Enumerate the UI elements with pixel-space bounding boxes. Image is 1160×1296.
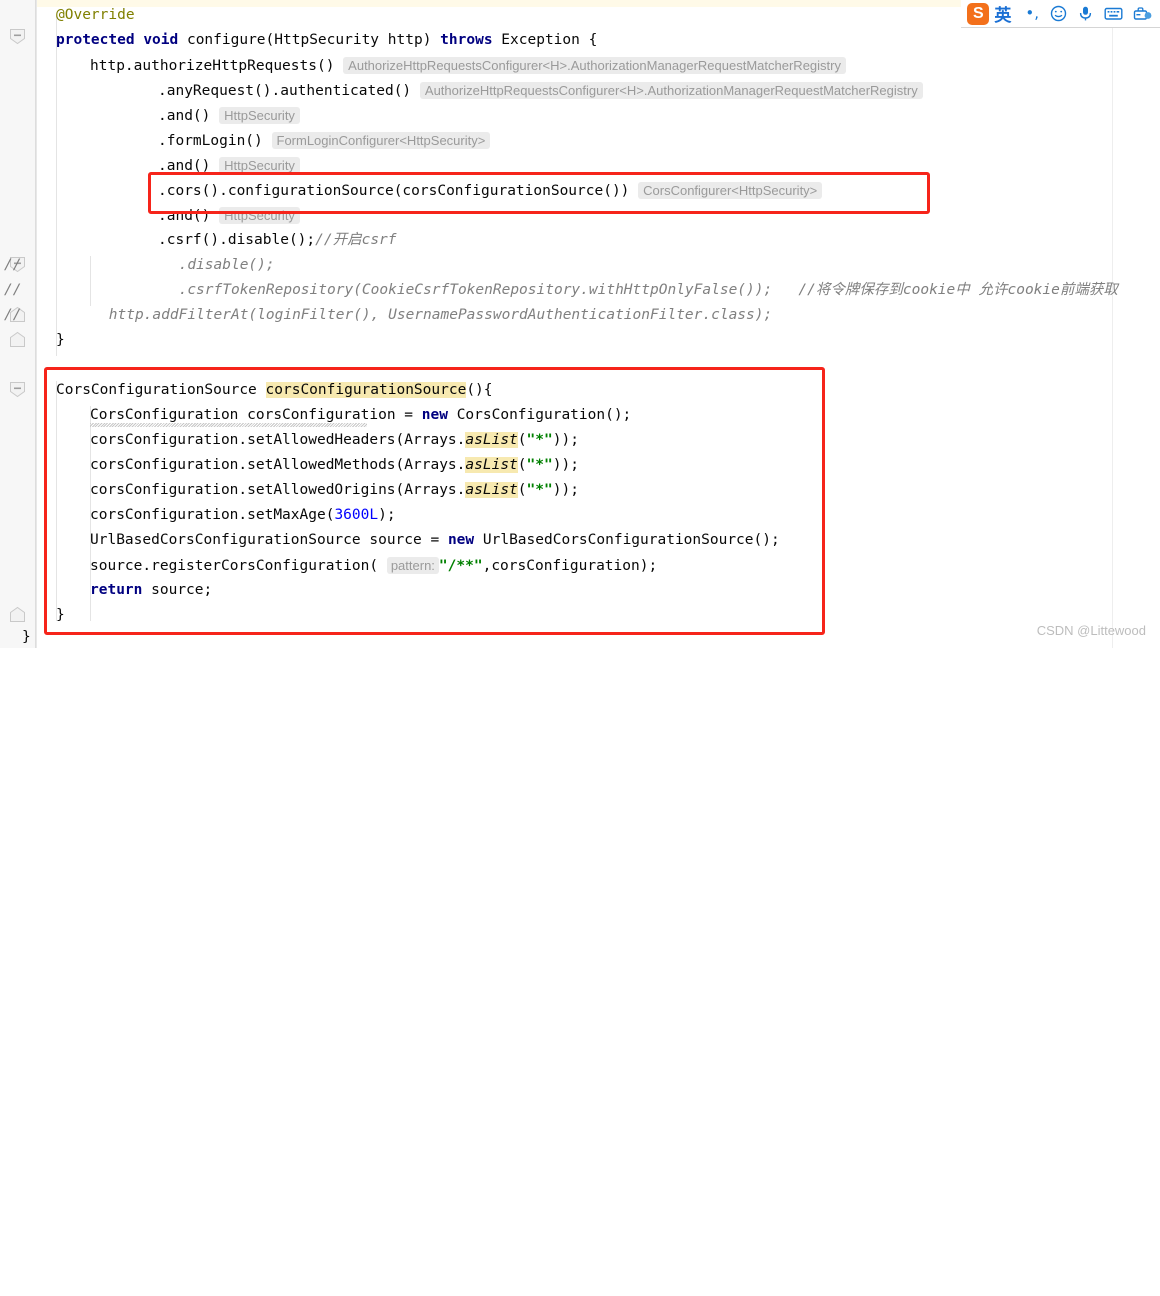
static-aslist-2: asList: [465, 457, 518, 473]
code-line-close-class[interactable]: }: [22, 625, 31, 650]
keyword-new-2: new: [447, 532, 475, 548]
code-line-csrf[interactable]: .csrf().disable();//开启csrf: [158, 228, 397, 253]
call-formlogin: .formLogin(): [158, 133, 263, 149]
var-source-1: source: [90, 558, 143, 574]
code-line-anyrequest[interactable]: .anyRequest().authenticated() AuthorizeH…: [158, 78, 923, 103]
call-csrf: .csrf().disable();: [158, 232, 316, 248]
keyword-protected: protected: [56, 32, 135, 48]
string-star-2: "*": [526, 457, 553, 473]
inlay-param-hint-pattern: pattern:: [386, 557, 439, 574]
call-cors: .cors().configurationSource(corsConfigur…: [158, 183, 630, 199]
class-arrays-1: Arrays: [404, 432, 457, 448]
inlay-type-hint-5: HttpSecurity: [219, 157, 300, 174]
toolbox-icon[interactable]: [1133, 5, 1152, 22]
ctor-corsconfiguration: CorsConfiguration: [456, 407, 606, 423]
code-line-authorize[interactable]: http.authorizeHttpRequests() AuthorizeHt…: [90, 53, 846, 78]
code-line-and-2[interactable]: .and() HttpSecurity: [158, 153, 300, 178]
var-cc-4: corsConfiguration: [90, 507, 239, 523]
param-http: http: [387, 32, 423, 48]
string-pattern: "/**": [438, 558, 483, 574]
ime-mode-label[interactable]: 英: [994, 1, 1011, 26]
method-name-configure: configure: [186, 32, 266, 48]
var-source-decl: source: [369, 532, 422, 548]
comment-csrf: //开启csrf: [315, 232, 397, 248]
call-and-1: .and(): [158, 108, 211, 124]
method-corsconfigurationsource: corsConfigurationSource: [265, 382, 467, 398]
call-authorize: http.authorizeHttpRequests(): [90, 58, 335, 74]
call-anyrequest: .anyRequest().authenticated(): [158, 83, 412, 99]
emoji-icon[interactable]: [1050, 5, 1067, 22]
var-corsconfiguration: corsConfiguration: [247, 407, 396, 423]
inspection-squiggle: [90, 423, 367, 427]
var-cc-2: corsConfiguration: [90, 457, 239, 473]
number-3600l: 3600L: [334, 507, 379, 523]
ctor-urlbased: UrlBasedCorsConfigurationSource: [482, 532, 754, 548]
type-corsconfigurationsource: CorsConfigurationSource: [56, 382, 257, 398]
code-content[interactable]: @Override protected void configure(HttpS…: [0, 0, 1160, 648]
code-editor[interactable]: @Override protected void configure(HttpS…: [0, 0, 1160, 648]
var-cc-3: corsConfiguration: [90, 482, 239, 498]
keyword-new-1: new: [421, 407, 448, 423]
code-line-return-source[interactable]: return source;: [90, 578, 212, 603]
code-line-comment-disable[interactable]: // .disable();: [4, 253, 275, 278]
var-cc-1: corsConfiguration: [90, 432, 239, 448]
code-line-register-cors[interactable]: source.registerCorsConfiguration( patter…: [90, 553, 657, 578]
keyword-return: return: [90, 582, 143, 598]
type-urlbased: UrlBasedCorsConfigurationSource: [90, 532, 361, 548]
static-aslist-3: asList: [465, 482, 518, 498]
annotation-override: @Override: [56, 7, 135, 23]
code-line-close-method[interactable]: }: [56, 328, 65, 353]
code-line-maxage[interactable]: corsConfiguration.setMaxAge(3600L);: [90, 503, 396, 528]
inlay-type-hint-4: FormLoginConfigurer<HttpSecurity>: [271, 132, 491, 149]
sogou-ime-toolbar[interactable]: S 英 •,: [961, 0, 1160, 27]
code-line-urlbased-source[interactable]: UrlBasedCorsConfigurationSource source =…: [90, 528, 780, 553]
code-line-comment-addfilter[interactable]: // http.addFilterAt(loginFilter(), Usern…: [4, 303, 772, 328]
code-line-formlogin[interactable]: .formLogin() FormLoginConfigurer<HttpSec…: [158, 128, 491, 153]
comment-tokenrepo-code: // .csrfTokenRepository(CookieCsrfTokenR…: [4, 282, 773, 298]
keyword-void: void: [143, 32, 179, 48]
type-exception: Exception: [501, 32, 580, 48]
class-arrays-2: Arrays: [404, 457, 457, 473]
code-line-method-signature[interactable]: protected void configure(HttpSecurity ht…: [56, 28, 597, 53]
static-aslist-1: asList: [465, 432, 518, 448]
inlay-type-hint-6: CorsConfigurer<HttpSecurity>: [638, 182, 823, 199]
string-star-1: "*": [526, 432, 553, 448]
soft-keyboard-icon[interactable]: [1104, 5, 1123, 22]
code-line-override[interactable]: @Override: [56, 3, 135, 28]
keyword-throws: throws: [440, 32, 493, 48]
type-httpsecurity: HttpSecurity: [274, 32, 380, 48]
code-line-allowed-methods[interactable]: corsConfiguration.setAllowedMethods(Arra…: [90, 453, 579, 478]
var-cc-5: corsConfiguration: [491, 558, 640, 574]
code-line-comment-tokenrepo[interactable]: // .csrfTokenRepository(CookieCsrfTokenR…: [4, 278, 1118, 303]
ime-toolbar-divider: [1000, 27, 1160, 28]
code-line-and-1[interactable]: .and() HttpSecurity: [158, 103, 300, 128]
comment-tokenrepo-chinese: //将令牌保存到cookie中 允许cookie前端获取: [798, 282, 1118, 298]
call-and-3: .and(): [158, 208, 211, 224]
code-line-cors-source-signature[interactable]: CorsConfigurationSource corsConfiguratio…: [56, 378, 493, 403]
call-and-2: .and(): [158, 158, 211, 174]
code-line-allowed-origins[interactable]: corsConfiguration.setAllowedOrigins(Arra…: [90, 478, 579, 503]
inlay-type-hint-2: AuthorizeHttpRequestsConfigurer<H>.Autho…: [419, 82, 923, 99]
inlay-type-hint-7: HttpSecurity: [219, 207, 300, 224]
code-line-and-3[interactable]: .and() HttpSecurity: [158, 203, 300, 228]
type-corsconfiguration: CorsConfiguration: [90, 407, 239, 423]
inlay-type-hint-1: AuthorizeHttpRequestsConfigurer<H>.Autho…: [343, 57, 846, 74]
var-source-2: source: [151, 582, 204, 598]
csdn-watermark: CSDN @Littewood: [1036, 623, 1146, 638]
voice-input-icon[interactable]: [1077, 5, 1094, 22]
code-line-close-cors-method[interactable]: }: [56, 603, 65, 628]
class-arrays-3: Arrays: [404, 482, 457, 498]
string-star-3: "*": [526, 482, 553, 498]
code-line-allowed-headers[interactable]: corsConfiguration.setAllowedHeaders(Arra…: [90, 428, 579, 453]
inlay-type-hint-3: HttpSecurity: [219, 107, 300, 124]
punctuation-icon[interactable]: •,: [1025, 6, 1039, 21]
sogou-logo-icon[interactable]: S: [967, 2, 990, 25]
code-line-cors[interactable]: .cors().configurationSource(corsConfigur…: [158, 178, 823, 203]
